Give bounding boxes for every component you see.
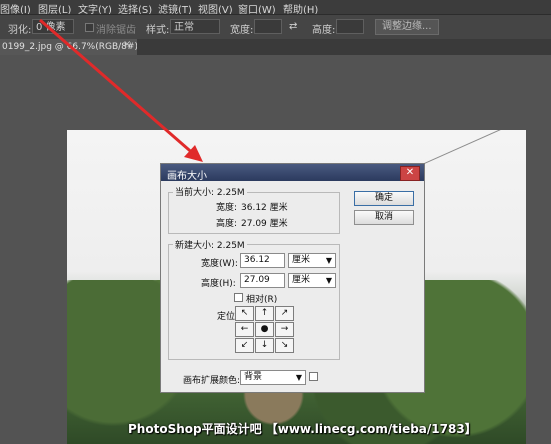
dialog-titlebar[interactable]: 画布大小 ✕ — [161, 164, 424, 182]
dialog-title: 画布大小 — [167, 171, 207, 182]
current-width-label: 宽度: — [216, 203, 238, 213]
chevron-down-icon: ▼ — [295, 373, 302, 382]
chevron-down-icon: ▼ — [325, 256, 332, 265]
chevron-down-icon: ▼ — [325, 276, 332, 285]
height-unit-select[interactable]: 厘米 ▼ — [288, 273, 336, 288]
anchor-bottom-left[interactable]: ↙ — [235, 338, 254, 353]
height-unit-value: 厘米 — [292, 275, 311, 285]
ext-color-label: 画布扩展颜色: — [183, 376, 241, 386]
anchor-top-right[interactable]: ↗ — [275, 306, 294, 321]
ext-color-select[interactable]: 背景 ▼ — [240, 370, 306, 385]
height-field[interactable]: 27.09 — [240, 273, 285, 288]
anchor-bottom-right[interactable]: ↘ — [275, 338, 294, 353]
width-unit-select[interactable]: 厘米 ▼ — [288, 253, 336, 268]
watermark-text: PhotoShop平面设计吧 【www.linecg.com/tieba/178… — [128, 422, 477, 436]
relative-label: 相对(R) — [246, 295, 278, 305]
new-height-label: 高度(H): — [201, 279, 236, 289]
anchor-left[interactable]: ← — [235, 322, 254, 337]
cancel-button[interactable]: 取消 — [354, 210, 414, 225]
new-size-label: 新建大小: 2.25M — [173, 238, 247, 251]
ext-color-value: 背景 — [244, 372, 263, 382]
current-height-value: 27.09 厘米 — [241, 219, 288, 229]
new-width-label: 宽度(W): — [201, 259, 238, 269]
close-icon[interactable]: ✕ — [400, 166, 420, 181]
ext-color-swatch[interactable] — [309, 372, 318, 381]
relative-checkbox[interactable] — [234, 293, 243, 302]
current-size-label: 当前大小: 2.25M — [173, 185, 247, 198]
canvas-size-dialog: 画布大小 ✕ 当前大小: 2.25M 宽度: 36.12 厘米 高度: 27.0… — [160, 163, 425, 393]
ok-button[interactable]: 确定 — [354, 191, 414, 206]
anchor-top[interactable]: ↑ — [255, 306, 274, 321]
current-height-label: 高度: — [216, 219, 238, 229]
current-width-value: 36.12 厘米 — [241, 203, 288, 213]
width-unit-value: 厘米 — [292, 255, 311, 265]
anchor-center[interactable]: ● — [255, 322, 274, 337]
anchor-bottom[interactable]: ↓ — [255, 338, 274, 353]
anchor-top-left[interactable]: ↖ — [235, 306, 254, 321]
anchor-grid: ↖ ↑ ↗ ← ● → ↙ ↓ ↘ — [235, 306, 295, 354]
anchor-right[interactable]: → — [275, 322, 294, 337]
width-field[interactable]: 36.12 — [240, 253, 285, 268]
